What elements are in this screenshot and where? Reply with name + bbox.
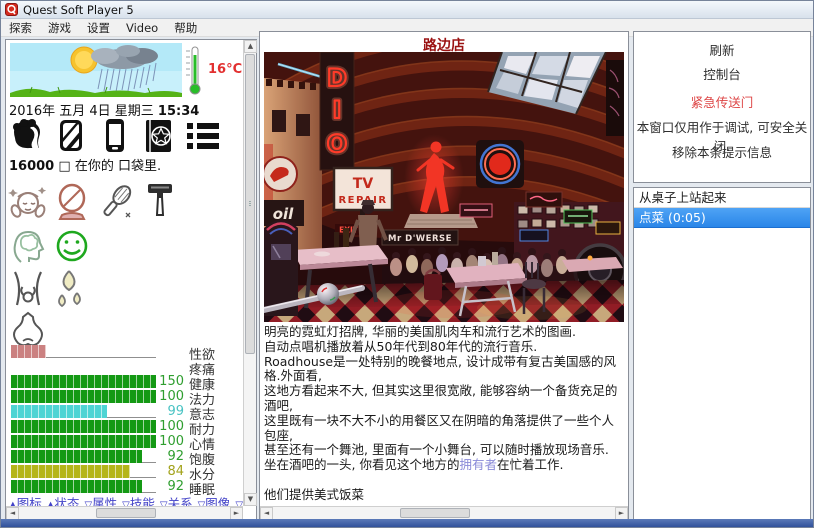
center-horizontal-scrollbar[interactable]: ◄ ► — [260, 506, 628, 519]
action-order-food[interactable]: 点菜 (0:05) — [634, 208, 810, 228]
menu-explore[interactable]: 探索 — [1, 19, 40, 37]
stat-row-will: 99 意志 — [6, 405, 243, 419]
remove-hint-link[interactable]: 移除本条提示信息 — [634, 142, 810, 161]
stat-row-health: 150 健康 — [6, 375, 243, 389]
list-menu-icon[interactable] — [184, 120, 222, 152]
closing-line: 他们提供美式饭菜 — [264, 488, 622, 503]
title-bar[interactable]: Quest Soft Player 5 — [1, 1, 813, 19]
refresh-link[interactable]: 刷新 — [634, 40, 810, 59]
stat-row-lust: 性欲 — [6, 345, 243, 359]
hand-mirror-icon[interactable] — [52, 118, 90, 154]
stat-row-stamina: 100 耐力 — [6, 420, 243, 434]
menu-video[interactable]: Video — [118, 20, 166, 36]
weather-widget — [10, 43, 206, 97]
scroll-thumb[interactable] — [96, 508, 156, 518]
main-text-panel: 路边店 — [259, 31, 629, 520]
bust-icon — [8, 311, 48, 347]
app-window: Quest Soft Player 5 探索 游戏 设置 Video 帮助 — [0, 0, 814, 528]
tab-skills[interactable]: ▽技能 — [122, 496, 155, 506]
money-line: 16000 □ 在你的 口袋里. — [9, 155, 161, 174]
scroll-up-arrow[interactable]: ▲ — [244, 40, 257, 53]
location-description: 明亮的霓虹灯招牌, 华丽的美国肌肉车和流行艺术的图画. 自动点唱机播放着从50年… — [264, 325, 622, 503]
stat-row-pain: 疼痛 — [6, 360, 243, 374]
debug-panel: 刷新 控制台 紧急传送门 本窗口仅用作于调试, 可安全关闭. 移除本条提示信息 — [633, 31, 811, 183]
location-photo: oil D I O D I O TV — [264, 52, 624, 322]
stat-row-sleep: 92 睡眠 — [6, 480, 243, 494]
tab-relations[interactable]: ▽关系 — [160, 496, 193, 506]
brain-head-icon — [8, 226, 48, 266]
stat-row-mood: 100 心情 — [6, 435, 243, 449]
action-stand-up[interactable]: 从桌子上站起来 — [634, 188, 810, 208]
tab-text[interactable]: ▽文本 — [235, 496, 243, 506]
stats-panel: 16°C 2016年 五月 4日 星期三 15:34 — [5, 39, 257, 520]
stat-row-hydration: 84 水分 — [6, 465, 243, 479]
left-vertical-scrollbar[interactable]: ▲ ▼ — [243, 40, 256, 506]
date-line: 2016年 五月 4日 星期三 15:34 — [9, 100, 199, 119]
water-drops-icon — [52, 269, 92, 309]
owner-link[interactable]: 拥有者 — [459, 457, 497, 472]
razor-icon — [140, 181, 180, 221]
smiley-face-icon — [52, 226, 92, 266]
menu-help[interactable]: 帮助 — [166, 19, 205, 37]
section-tabs: ▲图标 ▲状态 ▽属性 ▽技能 ▽关系 ▽图像 ▽文本 — [9, 493, 243, 506]
emergency-portal-link[interactable]: 紧急传送门 — [634, 92, 810, 111]
scroll-thumb[interactable] — [400, 508, 470, 518]
console-link[interactable]: 控制台 — [634, 64, 810, 83]
currency-symbol: □ — [58, 159, 70, 174]
stat-row-satiety: 92 饱腹 — [6, 450, 243, 464]
temperature-value: 16°C — [208, 62, 242, 77]
money-amount: 16000 — [9, 159, 54, 174]
scroll-down-arrow[interactable]: ▼ — [244, 493, 257, 506]
tab-attributes[interactable]: ▽属性 — [84, 496, 117, 506]
menu-game[interactable]: 游戏 — [40, 19, 79, 37]
window-bottom-frame — [1, 519, 813, 527]
tab-icons[interactable]: ▲图标 — [9, 496, 42, 506]
tab-images[interactable]: ▽图像 — [198, 496, 231, 506]
window-title: Quest Soft Player 5 — [23, 3, 134, 17]
tab-status[interactable]: ▲状态 — [47, 496, 80, 506]
scroll-thumb[interactable] — [245, 54, 255, 354]
left-horizontal-scrollbar[interactable]: ◄ ► — [6, 506, 243, 519]
hairbrush-icon — [96, 183, 136, 221]
stat-row-mana: 100 法力 — [6, 390, 243, 404]
spellbook-icon[interactable] — [140, 118, 178, 154]
actions-panel: 从桌子上站起来 点菜 (0:05) — [633, 187, 811, 520]
vanity-mirror-icon — [52, 183, 92, 221]
woman-profile-icon[interactable] — [8, 118, 46, 154]
face-washing-icon — [8, 183, 48, 221]
hips-icon — [8, 269, 48, 309]
menu-settings[interactable]: 设置 — [79, 19, 118, 37]
smartphone-icon[interactable] — [96, 118, 134, 154]
time-value: 15:34 — [158, 104, 199, 119]
app-icon — [5, 3, 18, 16]
